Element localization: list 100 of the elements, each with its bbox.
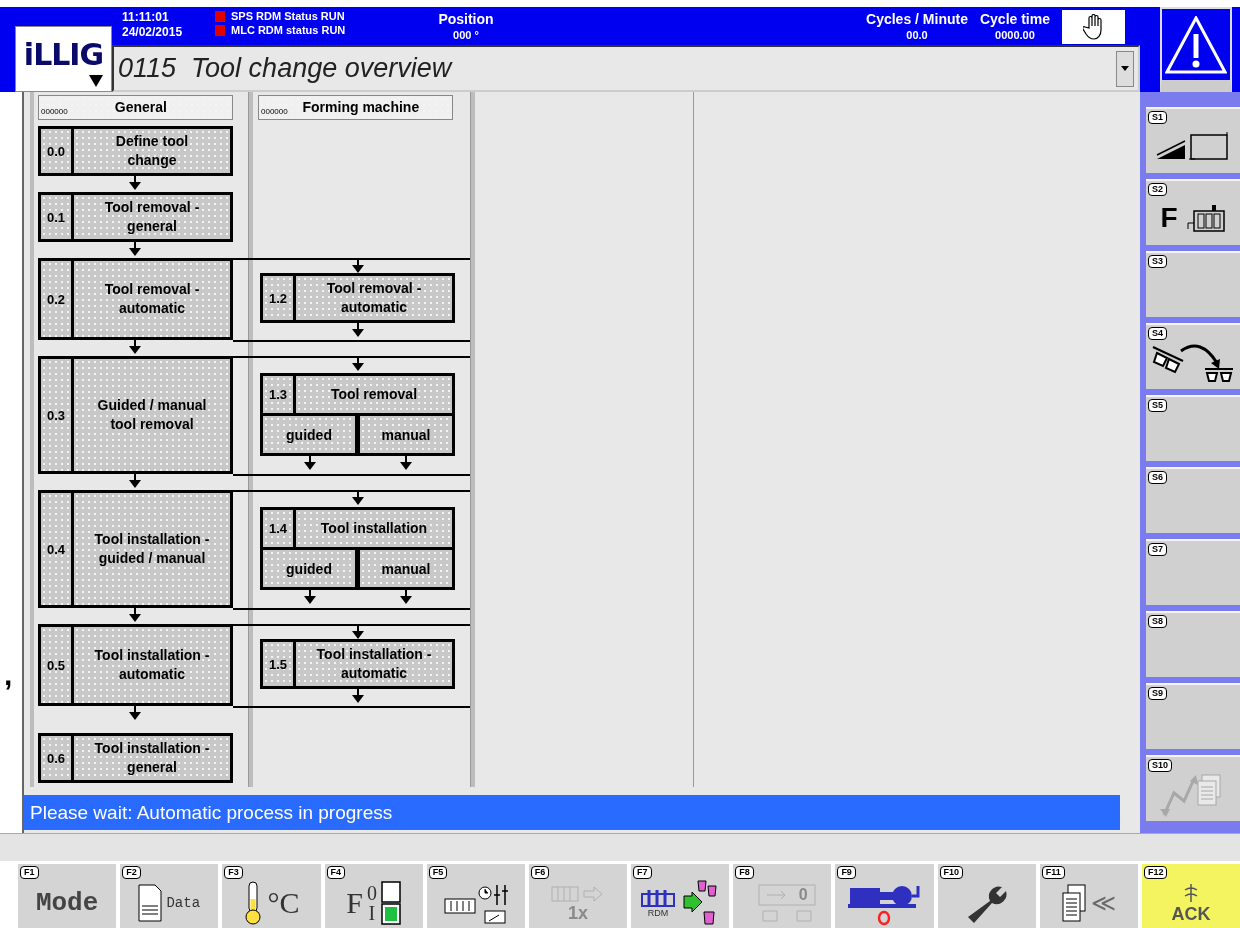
key-badge: S2 bbox=[1148, 183, 1167, 196]
step-title: Tool removal - automatic bbox=[74, 261, 230, 337]
function-key[interactable]: F1 Mode bbox=[18, 864, 117, 928]
cycles-value: 00.0 bbox=[906, 29, 928, 42]
step-box[interactable]: 1.3 Tool removal guided manual bbox=[260, 373, 455, 456]
soft-key[interactable]: S5 bbox=[1146, 395, 1240, 461]
key-badge: F8 bbox=[735, 866, 754, 879]
key-badge: F10 bbox=[939, 866, 964, 879]
f-letter: F bbox=[346, 886, 363, 920]
option-label[interactable]: manual bbox=[360, 416, 452, 453]
soft-key[interactable]: S9 bbox=[1146, 683, 1240, 749]
key-badge: F5 bbox=[428, 866, 448, 879]
option-label[interactable]: guided bbox=[263, 416, 355, 453]
function-key[interactable]: F3 °C bbox=[222, 864, 321, 928]
dropdown-button[interactable] bbox=[1116, 50, 1134, 87]
function-key[interactable]: F5 bbox=[426, 864, 525, 928]
hand-icon bbox=[1082, 14, 1105, 40]
key-badge: S9 bbox=[1148, 687, 1167, 700]
warning-icon bbox=[1165, 15, 1227, 74]
function-key[interactable]: F12 ACK bbox=[1141, 864, 1240, 928]
step-box[interactable]: 0.2 Tool removal - automatic bbox=[38, 258, 233, 340]
data-label: Data bbox=[166, 895, 201, 911]
single-cycle-label: 1x bbox=[567, 902, 588, 924]
step-box[interactable]: 0.3 Guided / manual tool removal bbox=[38, 356, 233, 474]
status-led-icon bbox=[215, 10, 225, 22]
soft-key[interactable]: S7 bbox=[1146, 539, 1240, 605]
counter-value: 0 bbox=[798, 886, 808, 904]
flow-arrow bbox=[129, 176, 141, 190]
flow-arrow bbox=[304, 590, 316, 604]
step-box[interactable]: 0.6 Tool installation - general bbox=[38, 733, 233, 783]
function-key[interactable]: F7 RDM bbox=[631, 864, 730, 928]
key-badge: F4 bbox=[326, 866, 346, 879]
position-label: Position bbox=[438, 10, 494, 29]
soft-key[interactable]: S6 bbox=[1146, 467, 1240, 533]
position-value: 000 ° bbox=[453, 29, 479, 42]
step-box[interactable]: 1.5 Tool installation - automatic bbox=[260, 639, 455, 689]
step-box[interactable]: 0.1 Tool removal - general bbox=[38, 192, 233, 242]
key-badge: S3 bbox=[1148, 255, 1167, 268]
key-badge: F3 bbox=[224, 866, 243, 879]
status-message: Please wait: Automatic process in progress bbox=[24, 795, 1120, 830]
screen-selector[interactable]: 0115 Tool change overview bbox=[112, 45, 1140, 92]
acknowledge-icon bbox=[1182, 881, 1199, 904]
step-box[interactable]: 1.2 Tool removal - automatic bbox=[260, 273, 455, 323]
soft-key[interactable]: S4 bbox=[1146, 323, 1240, 389]
step-number: 0.3 bbox=[41, 359, 71, 471]
soft-key[interactable]: S3 bbox=[1146, 251, 1240, 317]
step-title: Tool installation - automatic bbox=[74, 627, 230, 703]
step-number: 0.1 bbox=[41, 195, 71, 239]
step-title: Tool removal - automatic bbox=[296, 276, 452, 320]
step-box[interactable]: 1.4 Tool installation guided manual bbox=[260, 507, 455, 590]
step-box[interactable]: 0.5 Tool installation - automatic bbox=[38, 624, 233, 706]
off-label: 0 bbox=[366, 883, 377, 903]
key-badge: F6 bbox=[530, 866, 550, 879]
key-badge: F7 bbox=[633, 866, 652, 879]
step-number: 0.5 bbox=[41, 627, 71, 703]
transfer-arrow-icon bbox=[756, 883, 817, 923]
soft-key[interactable]: S8 bbox=[1146, 611, 1240, 677]
flow-arrow bbox=[129, 608, 141, 622]
key-badge: S5 bbox=[1148, 399, 1167, 412]
step-number: 1.5 bbox=[263, 642, 293, 686]
ramp-frame-icon bbox=[1155, 131, 1231, 163]
cycles-label: Cycles / Minute bbox=[866, 10, 968, 29]
function-key[interactable]: F2 Data bbox=[120, 864, 219, 928]
flow-arrow bbox=[352, 689, 364, 703]
function-key[interactable]: F9 bbox=[835, 864, 934, 928]
step-number: 1.2 bbox=[263, 276, 293, 320]
flow-arrow bbox=[129, 340, 141, 354]
column-code: 000000 bbox=[40, 107, 69, 118]
flow-arrow bbox=[304, 456, 316, 470]
flow-arrow bbox=[400, 590, 412, 604]
step-title: Guided / manual tool removal bbox=[74, 359, 230, 471]
step-title: Tool removal - general bbox=[74, 195, 230, 239]
soft-key[interactable]: S2 F bbox=[1146, 179, 1240, 245]
alarm-button[interactable] bbox=[1160, 7, 1232, 92]
status-led-icon bbox=[215, 24, 225, 36]
rdm-stack-icon bbox=[640, 888, 677, 908]
key-badge: F1 bbox=[20, 866, 39, 879]
logo: iLLIG bbox=[23, 40, 104, 70]
step-number: 0.0 bbox=[41, 129, 71, 173]
step-box[interactable]: 0.0 Define tool change bbox=[38, 126, 233, 176]
key-badge: S10 bbox=[1148, 759, 1172, 772]
function-key[interactable]: F10 bbox=[937, 864, 1036, 928]
option-label[interactable]: manual bbox=[360, 550, 452, 587]
clock-date: 24/02/2015 bbox=[122, 25, 184, 40]
on-label: I bbox=[367, 903, 377, 923]
documents-icon bbox=[1061, 883, 1088, 923]
step-number: 0.4 bbox=[41, 493, 71, 605]
option-label[interactable]: guided bbox=[263, 550, 355, 587]
key-badge: F9 bbox=[837, 866, 856, 879]
column-title: General bbox=[113, 99, 168, 117]
stray-mark: , bbox=[4, 660, 13, 690]
manual-mode-button[interactable] bbox=[1062, 10, 1125, 44]
back-label: ≪ bbox=[1091, 889, 1117, 917]
step-number: 0.6 bbox=[41, 736, 71, 780]
step-box[interactable]: 0.4 Tool installation - guided / manual bbox=[38, 490, 233, 608]
clock-time: 11:11:01 bbox=[122, 10, 170, 25]
logo-button[interactable]: iLLIG bbox=[15, 26, 112, 92]
soft-key[interactable]: S1 bbox=[1146, 107, 1240, 173]
flow-arrow bbox=[400, 456, 412, 470]
function-key[interactable]: F11 ≪ bbox=[1039, 864, 1138, 928]
